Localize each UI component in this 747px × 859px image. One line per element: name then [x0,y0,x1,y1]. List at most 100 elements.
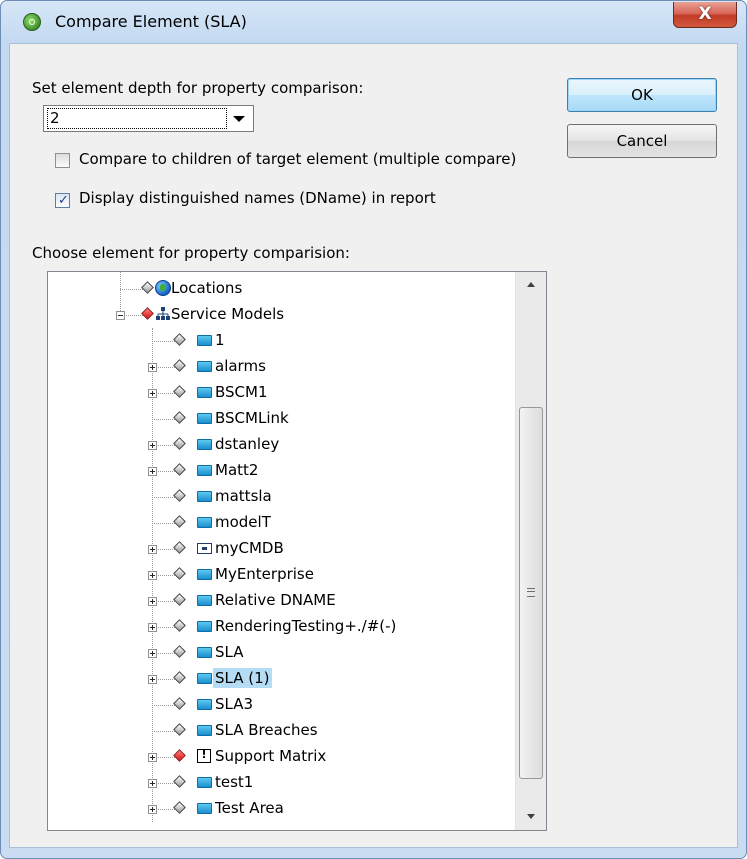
tree-item[interactable]: Test Area [48,796,515,822]
tree-item-label[interactable]: Service Models [169,304,286,324]
tree-item[interactable]: mattsla [48,484,515,510]
tree-item[interactable]: SLA [48,640,515,666]
tree-item[interactable]: Service Models [48,302,515,328]
status-normal-icon [173,515,186,528]
expand-icon[interactable] [148,753,157,762]
element-icon [197,361,212,372]
compare-element-dialog: Compare Element (SLA) X Set element dept… [0,0,747,859]
tree-item[interactable]: RenderingTesting+./#(-) [48,614,515,640]
expand-icon[interactable] [148,675,157,684]
tree-item-label[interactable]: SLA Breaches [213,720,320,740]
tree-item[interactable]: dstanley [48,432,515,458]
tree-item-label[interactable]: myCMDB [213,538,286,558]
title-bar[interactable]: Compare Element (SLA) X [1,1,746,43]
expand-icon[interactable] [148,441,157,450]
tree-item[interactable]: SLA (1) [48,666,515,692]
expand-icon[interactable] [148,597,157,606]
tree-item-label[interactable]: modelT [213,512,273,532]
status-normal-icon [173,411,186,424]
status-normal-icon [173,645,186,658]
tree-item[interactable]: myCMDB [48,536,515,562]
element-icon [197,725,212,736]
checkmark-icon: ✓ [58,193,69,208]
multiple-compare-checkbox[interactable] [55,153,70,168]
display-dname-checkbox[interactable]: ✓ [55,193,70,208]
tree-item-label[interactable]: SLA3 [213,694,255,714]
vertical-scrollbar[interactable] [515,272,546,830]
status-normal-icon [173,541,186,554]
depth-select[interactable]: 2 [43,105,254,132]
tree-item[interactable]: modelT [48,510,515,536]
element-icon [197,439,212,450]
tree-item-label[interactable]: Support Matrix [213,746,328,766]
tree-item[interactable]: BSCM1 [48,380,515,406]
element-icon [197,335,212,346]
tree-item[interactable]: Locations [48,276,515,302]
tree-item-label[interactable]: 1 [213,330,227,350]
collapse-icon[interactable] [116,311,125,320]
status-normal-icon [173,801,186,814]
tree-item-label[interactable]: Locations [169,278,244,298]
expand-icon[interactable] [148,363,157,372]
expand-icon[interactable] [148,389,157,398]
status-normal-icon [173,697,186,710]
expand-icon[interactable] [148,467,157,476]
status-normal-icon [173,775,186,788]
display-dname-label[interactable]: Display distinguished names (DName) in r… [79,189,436,207]
tree-item-label[interactable]: Matt2 [213,460,260,480]
cmdb-icon [197,543,212,554]
expand-icon[interactable] [148,649,157,658]
element-icon [197,621,212,632]
element-icon [197,673,212,684]
tree-item-label[interactable]: MyEnterprise [213,564,316,584]
multiple-compare-label[interactable]: Compare to children of target element (m… [79,150,516,168]
tree-connector [120,289,143,290]
tree-item-label[interactable]: Relative DNAME [213,590,338,610]
status-normal-icon [173,723,186,736]
tree-item[interactable]: SLA3 [48,692,515,718]
tree-item[interactable]: BSCMLink [48,406,515,432]
status-normal-icon [173,333,186,346]
tree-connector [152,523,175,524]
tree-item-label[interactable]: RenderingTesting+./#(-) [213,616,398,636]
element-icon [197,699,212,710]
tree-item-label[interactable]: Test Area [213,798,286,818]
tree-item[interactable]: test1 [48,770,515,796]
tree-connector [152,705,175,706]
expand-icon[interactable] [148,805,157,814]
tree-item-label[interactable]: alarms [213,356,268,376]
tree-item-label[interactable]: test1 [213,772,255,792]
tree-item[interactable]: Matt2 [48,458,515,484]
element-icon [197,595,212,606]
status-normal-icon [173,359,186,372]
scrollbar-thumb[interactable] [519,407,543,779]
tree-item-label[interactable]: mattsla [213,486,274,506]
cancel-button[interactable]: Cancel [567,124,717,158]
status-normal-icon [173,619,186,632]
tree-item[interactable]: alarms [48,354,515,380]
scroll-down-icon[interactable] [516,804,546,830]
expand-icon[interactable] [148,779,157,788]
tree-item[interactable]: Relative DNAME [48,588,515,614]
expand-icon[interactable] [148,571,157,580]
ok-button[interactable]: OK [567,78,717,112]
tree-item[interactable]: 1 [48,328,515,354]
grip-icon [527,588,535,597]
expand-icon[interactable] [148,545,157,554]
tree-item[interactable]: SLA Breaches [48,718,515,744]
tree-connector [152,497,175,498]
expand-icon[interactable] [148,623,157,632]
tree-item-label[interactable]: SLA [213,642,245,662]
tree-item[interactable]: ! Support Matrix [48,744,515,770]
tree-item-label[interactable]: BSCMLink [213,408,291,428]
depth-select-value: 2 [47,108,227,129]
scroll-up-icon[interactable] [516,272,546,298]
chevron-down-icon[interactable] [233,116,245,122]
tree-item-label[interactable]: BSCM1 [213,382,270,402]
tree-item-label[interactable]: dstanley [213,434,281,454]
element-tree[interactable]: Locations Service Models 1 alarms BSCM1 BSCML… [47,271,547,831]
tree-item[interactable]: MyEnterprise [48,562,515,588]
status-normal-icon [173,385,186,398]
close-button[interactable]: X [673,2,737,28]
tree-item-label[interactable]: SLA (1) [213,668,272,688]
